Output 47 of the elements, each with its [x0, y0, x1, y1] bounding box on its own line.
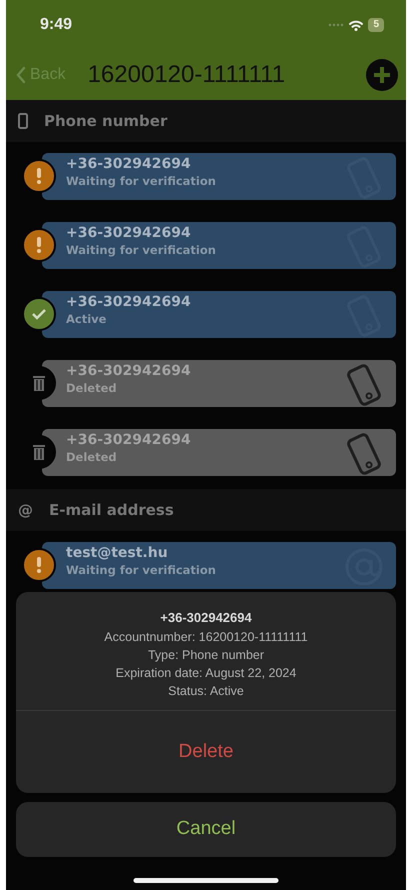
contact-value: +36-302942694 — [66, 362, 191, 380]
detail-line: Type: Phone number — [148, 646, 264, 664]
contact-card[interactable]: +36-302942694 Active — [42, 291, 396, 338]
sheet-title: +36-302942694 — [160, 609, 252, 627]
signal-icon — [328, 23, 344, 27]
add-button[interactable] — [366, 59, 398, 91]
chevron-icon — [16, 66, 26, 84]
phone-icon — [344, 295, 384, 337]
battery-level: 5 — [368, 18, 384, 32]
status-text: Waiting for verification — [66, 173, 216, 189]
contact-value: +36-302942694 — [66, 155, 191, 173]
cancel-button[interactable]: Cancel — [16, 802, 396, 857]
phone-icon — [344, 364, 384, 406]
section-title: E-mail address — [49, 500, 174, 521]
status-text: Waiting for verification — [66, 562, 216, 578]
detail-line: Accountnumber: 16200120-11111111 — [104, 628, 308, 646]
contact-value: test@test.hu — [66, 544, 168, 562]
status-text: Active — [66, 311, 106, 327]
plus-icon — [366, 59, 398, 91]
section-title: Phone number — [44, 110, 168, 132]
phone-icon — [344, 226, 384, 268]
warning-icon — [22, 548, 56, 582]
status-text: Waiting for verification — [66, 242, 216, 258]
contact-card[interactable]: test@test.hu Waiting for verification — [42, 542, 396, 589]
delete-button[interactable]: Delete — [16, 710, 396, 793]
warning-icon — [22, 159, 56, 193]
detail-line: Expiration date: August 22, 2024 — [116, 664, 296, 682]
contact-card[interactable]: +36-302942694 Deleted — [42, 429, 396, 476]
phone-icon — [344, 157, 384, 199]
contact-card[interactable]: +36-302942694 Waiting for verification — [42, 222, 396, 269]
wifi-icon — [348, 19, 364, 31]
contact-card[interactable]: +36-302942694 Deleted — [42, 360, 396, 407]
contact-card[interactable]: +36-302942694 Waiting for verification — [42, 153, 396, 200]
warning-icon — [22, 228, 56, 262]
detail-line: Status: Active — [168, 682, 244, 700]
phone-icon — [344, 433, 384, 475]
at-icon — [344, 546, 384, 588]
status-text: Deleted — [66, 449, 117, 465]
clock-time: 9:49 — [40, 15, 72, 35]
phone-icon — [18, 113, 28, 129]
status-text: Deleted — [66, 380, 117, 396]
check-icon — [22, 297, 56, 331]
contact-value: +36-302942694 — [66, 224, 191, 242]
contact-value: +36-302942694 — [66, 293, 191, 311]
screen-title: 16200120-1111111 — [88, 60, 286, 90]
at-sign: @ — [18, 500, 33, 521]
contact-value: +36-302942694 — [66, 431, 191, 449]
